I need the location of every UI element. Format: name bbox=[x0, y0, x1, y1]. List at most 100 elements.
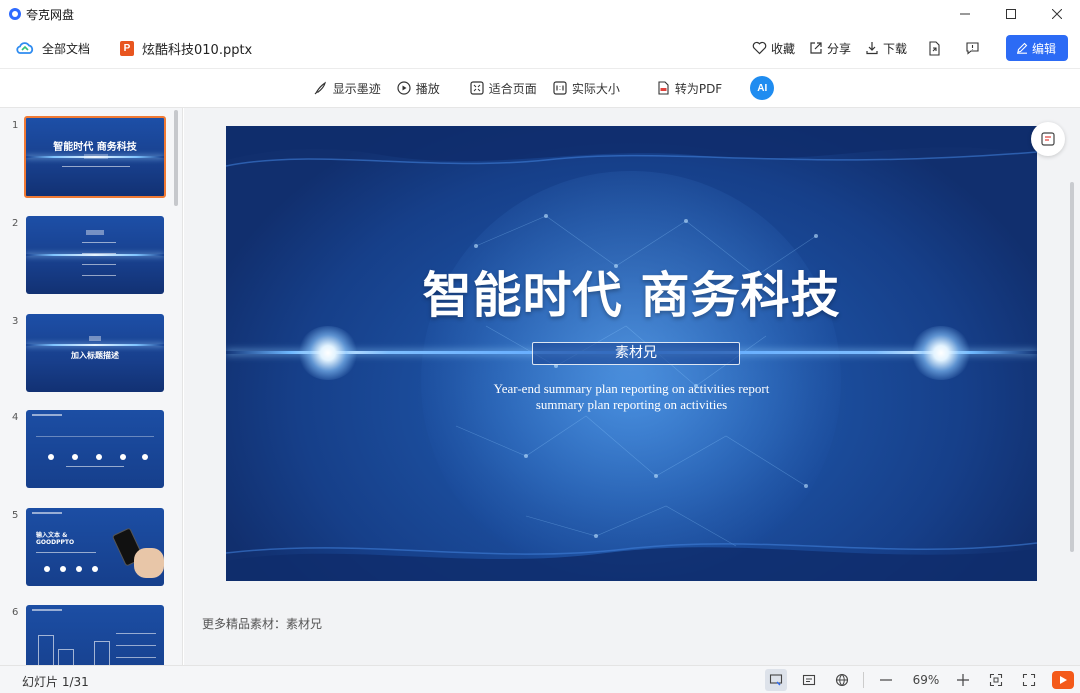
file-name: 炫酷科技010.pptx bbox=[142, 42, 253, 58]
zoom-in-button[interactable] bbox=[952, 669, 974, 691]
thumbnail-number: 2 bbox=[12, 218, 19, 229]
close-icon bbox=[1052, 9, 1062, 19]
feedback-button[interactable] bbox=[965, 41, 984, 55]
ink-pen-icon bbox=[314, 81, 326, 95]
fit-page-button[interactable]: 适合页面 bbox=[470, 80, 537, 97]
thumbnail-number: 5 bbox=[12, 510, 19, 521]
thumbnail-title: 加入标题描述 bbox=[71, 351, 119, 360]
slide-title: 智能时代 商务科技 bbox=[422, 267, 841, 324]
slide-subtitle-line2: summary plan reporting on activities bbox=[535, 397, 728, 412]
thumbnail-slide-4[interactable] bbox=[26, 410, 164, 488]
fit-screen-button[interactable] bbox=[985, 669, 1007, 691]
thumbnail-item[interactable]: 3 加入标题描述 bbox=[0, 314, 170, 396]
title-bar: 夸克网盘 bbox=[0, 0, 1080, 28]
thumbnail-item[interactable]: 4 bbox=[0, 410, 170, 492]
thumbnail-item[interactable]: 6 bbox=[0, 605, 170, 665]
viewer-toolbar: 显示墨迹 播放 适合页面 实际大小 转为PDF AI bbox=[0, 68, 1080, 108]
download-label: 下载 bbox=[882, 41, 907, 56]
current-slide: 智能时代 商务科技 素材兄 Year-end summary plan repo… bbox=[226, 126, 1037, 581]
show-ink-label: 显示墨迹 bbox=[332, 81, 381, 96]
download-button[interactable]: 下载 bbox=[865, 40, 907, 57]
web-view-button[interactable] bbox=[831, 669, 853, 691]
fit-screen-icon bbox=[989, 673, 1003, 687]
thumbnail-slide-1[interactable]: 智能时代 商务科技 bbox=[24, 116, 166, 198]
app-name: 夸克网盘 bbox=[26, 7, 75, 22]
thumbnail-item[interactable]: 1 智能时代 商务科技 bbox=[0, 116, 170, 200]
edit-label: 编辑 bbox=[1031, 41, 1056, 56]
play-button[interactable]: 播放 bbox=[397, 80, 440, 97]
notes-view-icon bbox=[802, 674, 816, 686]
fullscreen-icon bbox=[1022, 673, 1036, 687]
notes-icon bbox=[1041, 132, 1055, 146]
file-header: 全部文档 P 炫酷科技010.pptx 收藏 分享 下载 编辑 bbox=[0, 28, 1080, 68]
notes-view-button[interactable] bbox=[798, 669, 820, 691]
minimize-button[interactable] bbox=[942, 0, 988, 28]
slide-tool-button[interactable] bbox=[1031, 122, 1065, 156]
file-tab[interactable]: P 炫酷科技010.pptx bbox=[120, 39, 252, 58]
thumbnail-number: 3 bbox=[12, 316, 19, 327]
status-divider bbox=[863, 672, 864, 688]
thumbnail-slide-6[interactable] bbox=[26, 605, 164, 665]
thumbnail-number: 4 bbox=[12, 412, 19, 423]
thumbnail-number: 6 bbox=[12, 607, 19, 618]
show-ink-button[interactable]: 显示墨迹 bbox=[314, 80, 381, 97]
app-logo-icon bbox=[9, 8, 21, 20]
light-flare-right bbox=[911, 326, 971, 380]
thumbnail-sidebar: 1 智能时代 商务科技 2 3 加入标题描述 4 5 输入文本 & GOODPP… bbox=[0, 108, 183, 665]
minus-icon bbox=[880, 679, 892, 681]
actual-size-label: 实际大小 bbox=[571, 81, 620, 96]
all-docs-link[interactable]: 全部文档 bbox=[16, 40, 90, 57]
sidebar-scrollbar[interactable] bbox=[174, 110, 178, 206]
slide-canvas: 智能时代 商务科技 素材兄 Year-end summary plan repo… bbox=[184, 108, 1080, 665]
thumbnail-title: 输入文本 & GOODPPTO bbox=[36, 532, 75, 546]
share-button[interactable]: 分享 bbox=[809, 40, 851, 57]
status-controls: 69% bbox=[754, 668, 1074, 692]
thumbnail-item[interactable]: 5 输入文本 & GOODPPTO bbox=[0, 508, 170, 590]
slide-tag: 素材兄 bbox=[532, 342, 740, 365]
thumbnail-slide-3[interactable]: 加入标题描述 bbox=[26, 314, 164, 392]
plus-icon bbox=[957, 674, 969, 686]
status-bar: 幻灯片 1/31 69% bbox=[0, 665, 1080, 693]
all-docs-label: 全部文档 bbox=[42, 41, 91, 56]
thumbnail-item[interactable]: 2 bbox=[0, 216, 170, 298]
maximize-icon bbox=[1006, 9, 1016, 19]
thumbnail-slide-2[interactable] bbox=[26, 216, 164, 294]
slideshow-play-button[interactable] bbox=[1052, 671, 1074, 689]
zoom-out-button[interactable] bbox=[875, 669, 897, 691]
fit-page-label: 适合页面 bbox=[488, 81, 537, 96]
play-icon bbox=[1060, 676, 1067, 684]
zoom-level: 69% bbox=[912, 673, 940, 687]
fullscreen-button[interactable] bbox=[1018, 669, 1040, 691]
feedback-icon bbox=[966, 42, 979, 55]
pencil-icon bbox=[1016, 42, 1028, 54]
slide-view-button[interactable] bbox=[765, 669, 787, 691]
export-button[interactable] bbox=[927, 40, 945, 56]
share-label: 分享 bbox=[826, 41, 851, 56]
download-icon bbox=[866, 42, 878, 55]
thumbnail-number: 1 bbox=[12, 120, 19, 131]
pdf-icon bbox=[658, 81, 669, 95]
ppt-file-icon: P bbox=[120, 40, 135, 56]
favorite-label: 收藏 bbox=[770, 41, 795, 56]
slide-subtitle-line1: Year-end summary plan reporting on activ… bbox=[493, 381, 770, 396]
maximize-button[interactable] bbox=[988, 0, 1034, 28]
ai-assistant-button[interactable]: AI bbox=[750, 76, 775, 100]
thumbnail-slide-5[interactable]: 输入文本 & GOODPPTO bbox=[26, 508, 164, 586]
favorite-button[interactable]: 收藏 bbox=[752, 40, 795, 57]
convert-pdf-button[interactable]: 转为PDF bbox=[656, 80, 722, 97]
close-button[interactable] bbox=[1034, 0, 1080, 28]
window-controls bbox=[942, 0, 1080, 28]
file-actions: 收藏 分享 下载 编辑 bbox=[738, 34, 1068, 62]
edit-button[interactable]: 编辑 bbox=[1005, 35, 1068, 61]
slide-view-icon bbox=[769, 674, 783, 686]
export-icon bbox=[929, 40, 940, 56]
minimize-icon bbox=[960, 13, 970, 15]
footer-note: 更多精品素材：素材兄 bbox=[202, 617, 323, 631]
light-flare-left bbox=[298, 326, 358, 380]
canvas-scrollbar[interactable] bbox=[1070, 182, 1074, 552]
slide-count: 幻灯片 1/31 bbox=[22, 675, 89, 689]
actual-size-button[interactable]: 实际大小 bbox=[553, 80, 620, 97]
globe-icon bbox=[835, 673, 849, 687]
fit-page-icon bbox=[470, 81, 484, 95]
share-icon bbox=[810, 42, 822, 54]
